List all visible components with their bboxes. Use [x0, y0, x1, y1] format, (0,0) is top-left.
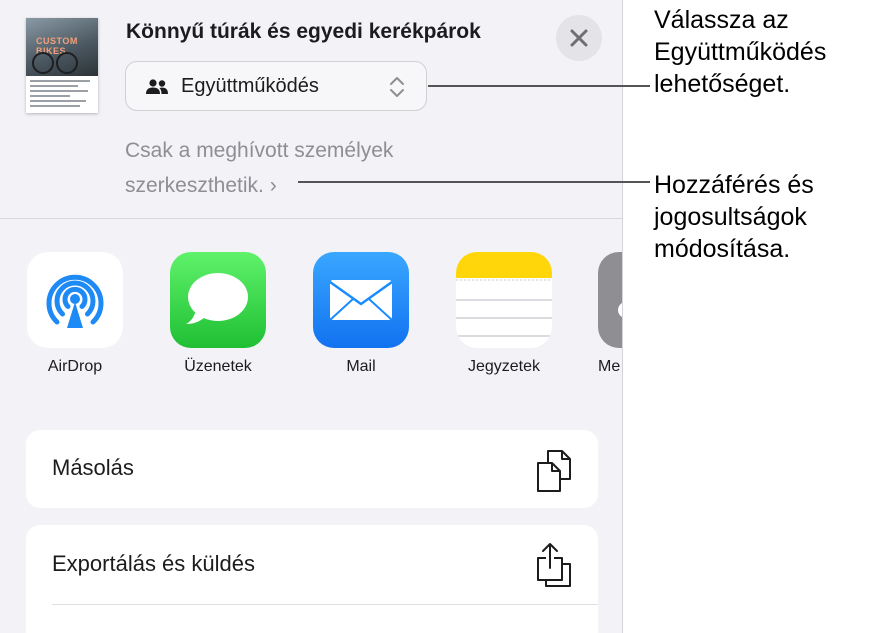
app-messages[interactable]: Üzenetek: [170, 252, 266, 376]
app-label: Üzenetek: [184, 358, 252, 375]
airdrop-icon: [27, 252, 123, 348]
document-thumbnail: CUSTOM BIKES: [26, 18, 98, 113]
app-label: AirDrop: [47, 358, 103, 375]
document-title: Könnyű túrák és egyedi kerékpárok: [126, 20, 481, 43]
collaboration-selected-label: Együttműködés: [181, 75, 319, 97]
permission-text: Csak a meghívott személyek szerkesztheti…: [125, 139, 394, 197]
app-airdrop[interactable]: AirDrop: [27, 252, 123, 376]
app-notes[interactable]: Jegyzetek: [456, 252, 552, 376]
row-divider: [52, 604, 598, 605]
chevron-up-down-icon: [390, 77, 404, 97]
notes-icon: [456, 252, 552, 348]
app-label: Mail: [346, 358, 376, 375]
callout-collaboration: Válassza az Együttműködés lehetőséget.: [654, 6, 827, 98]
copy-label: Másolás: [52, 455, 134, 480]
share-app-row: AirDrop Üzenetek Mail Jegyzetek Me: [0, 252, 622, 392]
close-icon: [570, 29, 588, 47]
copy-icon: [537, 450, 571, 492]
export-icon: [537, 543, 571, 587]
people-icon: [146, 79, 168, 94]
callout-access: Hozzáférés és jogosultságok módosítása.: [654, 171, 814, 263]
app-more[interactable]: Me…: [598, 252, 622, 376]
export-label: Exportálás és küldés: [52, 551, 255, 576]
more-app-icon: [598, 252, 622, 348]
share-sheet: CUSTOM BIKES Könnyű túrák és egyedi keré…: [0, 0, 623, 633]
permission-link[interactable]: Csak a meghívott személyek szerkesztheti…: [125, 133, 465, 203]
app-label: Me…: [598, 358, 622, 375]
collaboration-selector[interactable]: Együttműködés: [125, 61, 427, 111]
messages-icon: [170, 252, 266, 348]
callout-leader-access: [298, 181, 650, 183]
export-action[interactable]: Exportálás és küldés: [26, 525, 598, 633]
app-mail[interactable]: Mail: [313, 252, 409, 376]
mail-icon: [313, 252, 409, 348]
callout-leader-collaboration: [428, 85, 650, 87]
copy-action[interactable]: Másolás: [26, 430, 598, 508]
chevron-right-icon: ›: [269, 174, 277, 197]
app-label: Jegyzetek: [467, 358, 541, 375]
share-header: CUSTOM BIKES Könnyű túrák és egyedi keré…: [0, 0, 622, 219]
close-button[interactable]: [556, 15, 602, 61]
